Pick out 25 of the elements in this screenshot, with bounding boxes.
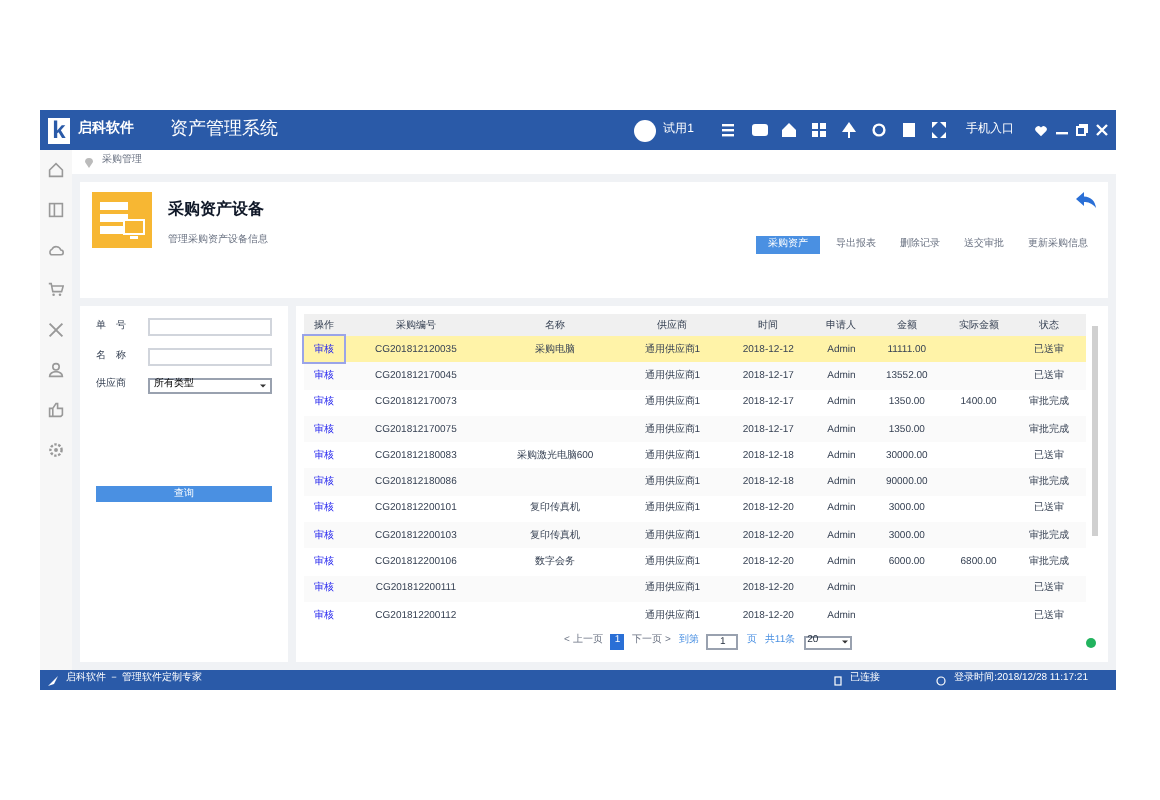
list-icon[interactable] (722, 124, 734, 137)
cloud-icon[interactable] (48, 242, 64, 258)
home-icon[interactable] (782, 123, 796, 137)
caret-icon (841, 640, 848, 644)
heart-icon[interactable] (1034, 123, 1048, 137)
logo-icon: k (48, 117, 70, 143)
grid-icon[interactable] (812, 123, 826, 137)
panel-icon[interactable] (48, 202, 64, 218)
close-icon[interactable] (1096, 124, 1108, 136)
input-field[interactable] (148, 348, 272, 366)
expand-icon[interactable] (932, 122, 946, 138)
window-title: 资产管理系统 (170, 116, 278, 143)
back-arrow-icon[interactable] (1076, 192, 1096, 208)
caret-icon (260, 384, 266, 388)
user-icon[interactable] (48, 362, 64, 378)
cart-icon[interactable] (48, 282, 64, 298)
feather-icon (48, 675, 58, 685)
page-title: 采购资产设备 (168, 198, 266, 222)
thumbs-up-icon[interactable] (48, 402, 64, 418)
input-field[interactable] (148, 318, 272, 336)
restore-icon[interactable] (1076, 124, 1088, 136)
location-pin-icon (84, 156, 94, 168)
gear-icon[interactable] (48, 442, 64, 458)
avatar-icon[interactable] (633, 119, 656, 141)
server-monitor-icon (92, 192, 152, 248)
